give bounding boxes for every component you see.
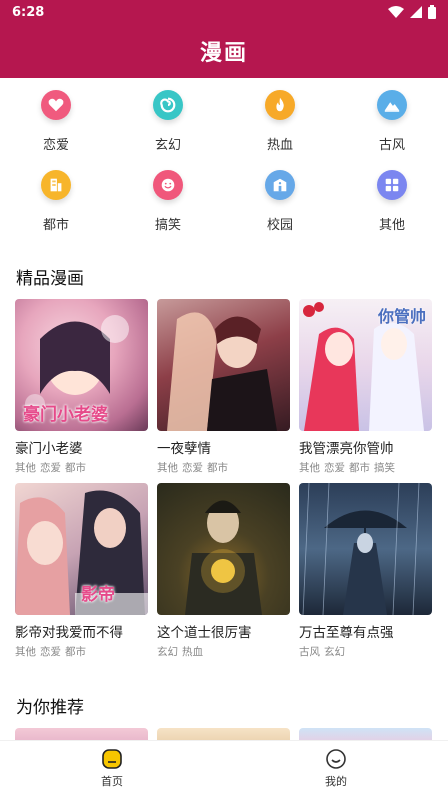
app-bar: 漫画 (0, 24, 448, 78)
comic-card[interactable]: 影帝 影帝对我爱而不得 其他 恋爱 都市 (15, 483, 148, 659)
signal-icon (410, 6, 422, 18)
nav-mine[interactable]: 我的 (224, 741, 448, 796)
section-title-recommend: 为你推荐 (16, 698, 84, 718)
nav-home[interactable]: 首页 (0, 741, 224, 796)
comic-name: 这个道士很厉害 (157, 625, 252, 641)
comic-card[interactable]: 你管帅 我管漂亮你管帅 其他 恋爱 都市 搞笑 (299, 299, 432, 475)
recommend-row (0, 728, 448, 740)
section-title-featured: 精品漫画 (16, 269, 84, 289)
comic-cover[interactable]: 你管帅 (299, 299, 432, 431)
category-label: 玄幻 (154, 138, 181, 153)
category-label: 都市 (42, 218, 69, 233)
cover-title-text: 你管帅 (377, 307, 426, 326)
category-label: 恋爱 (42, 138, 69, 153)
comic-tags: 其他 恋爱 都市 (15, 462, 86, 474)
comic-tags: 其他 恋爱 都市 搞笑 (299, 462, 395, 474)
category-urban[interactable]: 都市 (0, 170, 112, 250)
comic-name: 一夜孽情 (157, 441, 211, 457)
system-icons (388, 5, 436, 19)
school-icon (265, 170, 295, 200)
category-label: 热血 (266, 138, 293, 153)
category-fantasy[interactable]: 玄幻 (112, 90, 224, 170)
building-icon (41, 170, 71, 200)
comic-card[interactable]: 一夜孽情 其他 恋爱 都市 (157, 299, 290, 475)
category-label: 其他 (378, 218, 405, 233)
category-comedy[interactable]: 搞笑 (112, 170, 224, 250)
profile-smile-icon (326, 749, 346, 769)
comic-cover[interactable]: 豪门小老婆 (15, 299, 148, 431)
category-other[interactable]: 其他 (336, 170, 448, 250)
category-ancient[interactable]: 古风 (336, 90, 448, 170)
recommend-cover[interactable] (299, 728, 432, 740)
comic-name: 影帝对我爱而不得 (15, 625, 123, 641)
category-romance[interactable]: 恋爱 (0, 90, 112, 170)
comic-tags: 其他 恋爱 都市 (15, 646, 86, 658)
swirl-icon (153, 90, 183, 120)
comic-card[interactable]: 这个道士很厉害 玄幻 热血 (157, 483, 290, 659)
comic-cover[interactable] (157, 483, 290, 615)
wifi-icon (388, 6, 404, 18)
comic-tags: 玄幻 热血 (157, 646, 203, 658)
battery-icon (428, 5, 436, 19)
nav-mine-label: 我的 (325, 775, 347, 788)
status-bar: 6:28 (0, 0, 448, 24)
category-label: 搞笑 (154, 218, 181, 233)
comic-cover[interactable]: 影帝 (15, 483, 148, 615)
grid-icon (377, 170, 407, 200)
bottom-navigation: 首页 我的 (0, 740, 448, 796)
comic-card[interactable]: 万古至尊有点强 古风 玄幻 (299, 483, 432, 659)
comic-name: 豪门小老婆 (15, 441, 83, 457)
flame-icon (265, 90, 295, 120)
category-label: 校园 (266, 218, 293, 233)
category-label: 古风 (378, 138, 405, 153)
recommend-cover[interactable] (157, 728, 290, 740)
status-time: 6:28 (12, 4, 45, 20)
main-content[interactable]: 恋爱 玄幻 热血 古风 都市 搞笑 校园 其他 精品漫画 豪门小老婆 豪门小老婆… (0, 78, 448, 740)
smile-icon (153, 170, 183, 200)
page-title: 漫画 (199, 41, 248, 66)
featured-grid: 豪门小老婆 豪门小老婆 其他 恋爱 都市 一夜孽情 其他 恋爱 都市 你管帅 我… (0, 299, 448, 667)
recommend-cover[interactable] (15, 728, 148, 740)
comic-cover[interactable] (157, 299, 290, 431)
category-campus[interactable]: 校园 (224, 170, 336, 250)
category-action[interactable]: 热血 (224, 90, 336, 170)
comic-card[interactable]: 豪门小老婆 豪门小老婆 其他 恋爱 都市 (15, 299, 148, 475)
comic-cover[interactable] (299, 483, 432, 615)
mountain-icon (377, 90, 407, 120)
nav-home-label: 首页 (101, 775, 123, 788)
category-grid: 恋爱 玄幻 热血 古风 都市 搞笑 校园 其他 (0, 78, 448, 250)
comic-tags: 古风 玄幻 (299, 646, 345, 658)
home-icon (102, 749, 122, 769)
cover-title-text: 影帝 (81, 585, 115, 605)
comic-name: 万古至尊有点强 (299, 625, 394, 641)
comic-tags: 其他 恋爱 都市 (157, 462, 228, 474)
cover-title-text: 豪门小老婆 (23, 405, 108, 425)
comic-name: 我管漂亮你管帅 (299, 441, 394, 457)
heart-icon (41, 90, 71, 120)
